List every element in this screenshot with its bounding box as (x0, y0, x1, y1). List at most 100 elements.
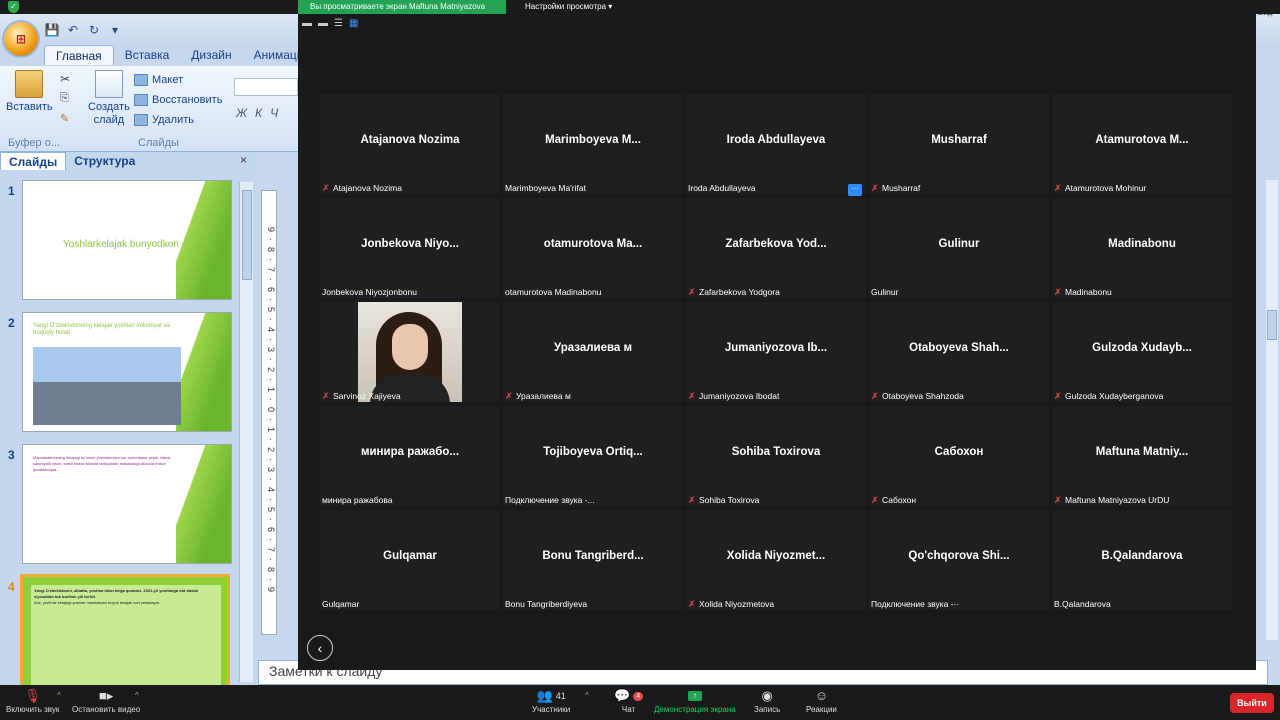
previous-page-button[interactable]: ‹ (307, 635, 333, 661)
participant-tile[interactable]: Jonbekova Niyo... Jonbekova Niyozjonbonu (320, 198, 500, 298)
participant-tile[interactable]: Atamurotova M... ✗ Atamurotova Mohinur (1052, 94, 1232, 194)
quick-access-menu-icon[interactable]: ▾ (107, 22, 123, 38)
chat-badge: 4 (633, 691, 644, 701)
participant-name-label: ✗ Maftuna Matniyazova UrDU (1054, 495, 1169, 505)
tab-slides[interactable]: Слайды (0, 152, 67, 170)
participant-tile[interactable]: Marimboyeva M... Marimboyeva Ma'rifat (503, 94, 683, 194)
participant-tile[interactable]: Gulinur Gulinur (869, 198, 1049, 298)
slides-group-label: Слайды (138, 137, 179, 149)
scrollbar-thumb[interactable] (1267, 310, 1277, 340)
participant-tile[interactable]: Zafarbekova Yod... ✗ Zafarbekova Yodgora ··… (686, 184, 866, 298)
participant-name: Musharraf (882, 183, 921, 193)
font-box[interactable] (234, 78, 298, 96)
leave-meeting-button[interactable]: Выйти (1230, 693, 1274, 713)
participant-tile[interactable]: Sohiba Toxirova ✗ Sohiba Toxirova (686, 406, 866, 506)
participant-tile[interactable]: Уразалиева м ✗ Уразалиева м (503, 302, 683, 402)
participant-name-label: ✗ Musharraf (871, 183, 920, 193)
participant-name: Jumaniyozova Ibodat (699, 391, 780, 401)
slide-thumbnail-2[interactable]: Yangi O'zbekistonning kelajak yoshlari i… (22, 312, 232, 432)
tab-home[interactable]: Главная (44, 45, 114, 65)
participant-tile[interactable]: Atajanova Nozima ✗ Atajanova Nozima (320, 94, 500, 194)
participant-name-label: Gulinur (871, 287, 898, 297)
layout-button[interactable]: Макет (134, 70, 222, 90)
participant-tile[interactable]: Maftuna Matniy... ✗ Maftuna Matniyazova Ur… (1052, 406, 1232, 506)
participant-tile[interactable]: Madinabonu ✗ Madinabonu (1052, 198, 1232, 298)
participant-display-name: otamurotova Ma... (543, 238, 643, 250)
copy-icon[interactable]: ⎘ (60, 92, 69, 105)
slide-2-photo (33, 347, 181, 425)
cut-icon[interactable]: ✂ (60, 72, 70, 86)
participant-tile[interactable]: Iroda Abdullayeva Iroda Abdullayeva (686, 94, 866, 194)
video-options-chevron-icon[interactable]: ^ (135, 691, 139, 700)
participant-display-name: Zafarbekova Yod... (725, 238, 827, 250)
strip-view-icon[interactable]: ☰ (334, 18, 343, 29)
participant-name: Sohiba Toxirova (699, 495, 760, 505)
chat-button[interactable]: 💬 4 Чат (614, 687, 644, 714)
slide-3-text: Mamlakatimizning kelajagi bo'lmish yoshl… (33, 455, 172, 472)
mic-off-icon: ✗ (688, 598, 696, 609)
record-icon: ◉ (761, 688, 773, 703)
participant-tile[interactable]: otamurotova Ma... otamurotova Madinabonu (503, 198, 683, 298)
single-view-icon[interactable]: ▬ (318, 18, 328, 29)
editor-scrollbar[interactable] (1266, 180, 1278, 640)
participant-display-name: Bonu Tangriberd... (542, 550, 644, 562)
participant-tile[interactable]: Qo'chqorova Shi... Подключение звука -·· (869, 510, 1049, 610)
paste-button[interactable]: Вставить (6, 70, 53, 114)
tab-insert[interactable]: Вставка (114, 45, 181, 65)
stop-video-button[interactable]: ■▸ Остановить видео (72, 687, 140, 714)
office-button[interactable]: ⊞ (4, 22, 38, 56)
reset-button[interactable]: Восстановить (134, 90, 222, 110)
tab-outline[interactable]: Структура (66, 152, 143, 170)
close-icon[interactable]: × (240, 153, 247, 167)
clipboard-group: Вставить (6, 70, 53, 114)
slide-thumbnail-3[interactable]: Mamlakatimizning kelajagi bo'lmish yoshl… (22, 444, 232, 564)
share-screen-button[interactable]: ↑ Демонстрация экрана (654, 687, 736, 714)
participants-chevron-icon[interactable]: ^ (585, 691, 589, 700)
participant-tile[interactable]: Сабохон ✗ Сабохон (869, 406, 1049, 506)
slide-thumbnail-1[interactable]: Yoshlarkelajak bunyodkon (22, 180, 232, 300)
view-options-dropdown[interactable]: Настройки просмотра ▾ (525, 0, 612, 14)
tab-design[interactable]: Дизайн (180, 45, 242, 65)
participant-name-label: ✗ Gulzoda Xudayberganova (1054, 391, 1163, 401)
participant-tile[interactable]: Gulzoda Xudayb... ✗ Gulzoda Xudayberganova (1052, 302, 1232, 402)
participant-display-name: Gulqamar (383, 550, 437, 562)
participant-tile[interactable]: Xolida Niyozmet... ✗ Xolida Niyozmetova (686, 510, 866, 610)
participant-name: Сабохон (882, 495, 917, 505)
reactions-button[interactable]: ☺ Реакции (806, 687, 837, 714)
participant-name: Уразалиева м (516, 391, 571, 401)
scrollbar-thumb[interactable] (242, 190, 252, 280)
participant-name: минира ражабова (322, 495, 393, 505)
gallery-toolbar: ▬ ▬ ☰ ▦ (302, 16, 358, 30)
slides-panel-scrollbar[interactable] (239, 182, 253, 682)
participant-tile[interactable]: минира ражабо... минира ражабова (320, 406, 500, 506)
participant-tile[interactable]: Tojiboyeva Ortiq... Подключение звука -..… (503, 406, 683, 506)
unmute-button[interactable]: 🎙 Включить звук (6, 687, 59, 714)
participant-name: Madinabonu (1065, 287, 1112, 297)
save-icon[interactable]: 💾 (44, 22, 60, 38)
shield-icon[interactable]: ✓ (8, 1, 19, 13)
participant-tile[interactable]: ✗ Sarvinoz Xajiyeva (320, 302, 500, 402)
minimize-icon[interactable]: ▬ (302, 18, 312, 29)
format-painter-icon[interactable]: ✎ (60, 112, 69, 125)
record-button[interactable]: ◉ Запись (754, 687, 780, 714)
participant-tile[interactable]: Gulqamar Gulqamar (320, 510, 500, 610)
new-slide-button[interactable]: Создать слайд (88, 70, 130, 127)
smiley-plus-icon: ☺ (814, 688, 829, 703)
participant-name-label: ✗ Сабохон (871, 495, 916, 505)
participant-tile[interactable]: Otaboyeva Shah... ✗ Otaboyeva Shahzoda (869, 302, 1049, 402)
participant-tile[interactable]: B.Qalandarova B.Qalandarova (1052, 510, 1232, 610)
redo-icon[interactable]: ↻ (86, 22, 102, 38)
gallery-view-window: ▬ ▬ ☰ ▦ Atajanova Nozima ✗ Atajanova Nozim… (298, 14, 1256, 670)
delete-button[interactable]: Удалить (134, 110, 222, 130)
undo-icon[interactable]: ↶ (65, 22, 81, 38)
slide-thumbnail-4[interactable]: Yangi O'zbekistonni, albatta, yoshlar bi… (20, 574, 230, 694)
audio-options-chevron-icon[interactable]: ^ (57, 691, 61, 700)
participant-tile[interactable]: Musharraf ✗ Musharraf (869, 94, 1049, 194)
participants-button[interactable]: 👥 41 Участники (532, 687, 570, 714)
mic-off-icon: ✗ (688, 494, 696, 505)
participant-tile[interactable]: Bonu Tangriberd... Bonu Tangriberdiyeva (503, 510, 683, 610)
grid-view-icon[interactable]: ▦ (349, 18, 358, 29)
more-options-icon[interactable]: ··· (848, 184, 862, 196)
participant-tile[interactable]: Jumaniyozova Ib... ✗ Jumaniyozova Ibodat (686, 302, 866, 402)
participant-name-label: Подключение звука -·· (871, 599, 959, 609)
